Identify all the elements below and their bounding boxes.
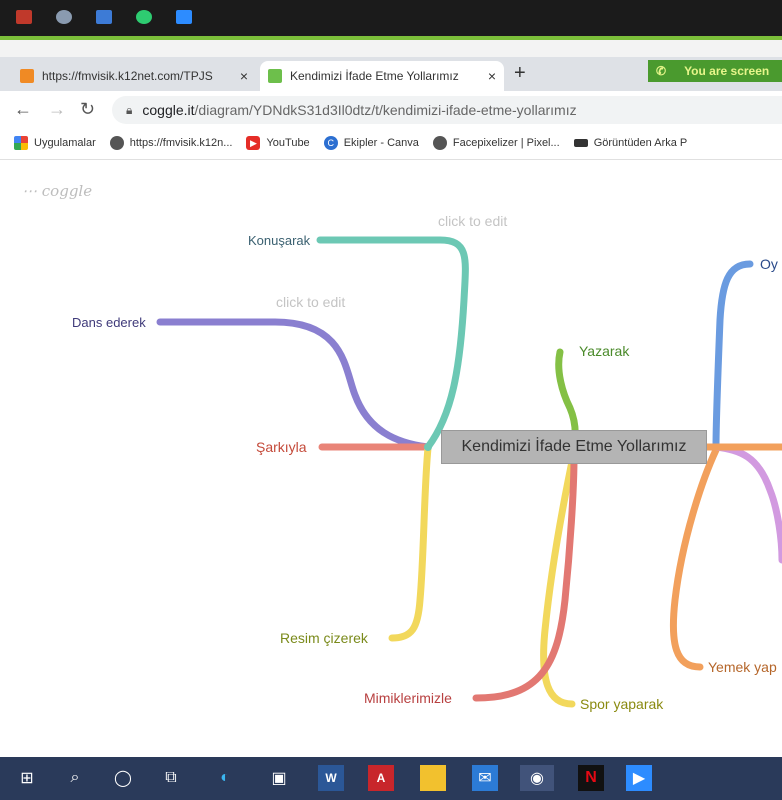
branch-mimik [472, 454, 578, 702]
windows-taskbar: ⊞ ⌕ ◯ ⧉ ◐ ▣ W A ✉ ◉ N ▶ [0, 757, 782, 800]
bookmark-youtube[interactable]: ▶ YouTube [246, 136, 310, 150]
word-icon[interactable]: W [318, 765, 344, 791]
branch-konusarak [316, 236, 469, 451]
branch-dans [156, 318, 432, 451]
close-icon[interactable]: × [240, 68, 248, 84]
leaf-app-icon[interactable] [56, 10, 72, 24]
search-icon[interactable]: ⌕ [62, 765, 88, 791]
bookmark-label: Uygulamalar [34, 137, 96, 149]
tab-k12net[interactable]: https://fmvisik.k12net.com/TPJS × [12, 61, 256, 91]
file-explorer-icon[interactable] [420, 765, 446, 791]
netflix-icon[interactable]: N [578, 765, 604, 791]
tab-coggle[interactable]: Kendimizi İfade Etme Yollarımız × [260, 61, 504, 91]
back-button[interactable]: ← [14, 99, 32, 120]
address-bar[interactable]: 🔒︎ coggle.it /diagram/YDNdkS31d3Il0dtz/t… [112, 96, 782, 124]
apps-grid-icon [14, 136, 28, 150]
url-path: /diagram/YDNdkS31d3Il0dtz/t/kendimizi-if… [194, 102, 577, 118]
bookmark-facepixelizer[interactable]: Facepixelizer | Pixel... [432, 136, 560, 150]
bookmark-canva[interactable]: C Ekipler - Canva [323, 136, 419, 150]
forward-button[interactable]: → [48, 99, 66, 120]
share-icon: ✆ [656, 64, 667, 78]
zoom-taskbar-icon[interactable]: ▶ [626, 765, 652, 791]
tab-title: Kendimizi İfade Etme Yollarımız [290, 69, 459, 83]
url-domain: coggle.it [142, 102, 195, 118]
bookmark-label: Ekipler - Canva [343, 137, 419, 149]
edge-icon[interactable]: ◐ [212, 765, 238, 791]
bookmark-label: https://fmvisik.k12n... [129, 137, 233, 149]
node-resim-cizerek[interactable]: Resim çizerek [280, 630, 368, 646]
click-to-edit-hint[interactable]: click to edit [438, 213, 507, 229]
bookmark-background-remover[interactable]: Görüntüden Arka P [573, 137, 688, 149]
chrome-icon[interactable]: ◉ [520, 765, 554, 791]
click-to-edit-hint[interactable]: click to edit [276, 294, 345, 310]
bookmark-label: YouTube [266, 137, 310, 149]
node-konusarak[interactable]: Konuşarak [248, 233, 310, 248]
top-app-strip [0, 0, 782, 36]
branch-oyun [712, 260, 754, 451]
screen-share-notice: ✆ You are screen [648, 60, 782, 82]
coggle-icon [268, 69, 282, 83]
branch-yemek [669, 446, 720, 671]
lock-icon: 🔒︎ [126, 102, 133, 117]
canva-icon: C [323, 136, 338, 150]
bookmark-label: Görüntüden Arka P [593, 137, 688, 149]
whatsapp-icon[interactable] [136, 10, 152, 24]
window-gap [0, 40, 782, 57]
zoom-icon[interactable] [176, 10, 192, 24]
hat-icon [573, 139, 588, 147]
node-oyun[interactable]: Oy [760, 256, 778, 272]
branch-resim [388, 444, 432, 642]
image-app-icon[interactable] [96, 10, 112, 24]
youtube-icon: ▶ [246, 136, 261, 150]
bookmark-label: Facepixelizer | Pixel... [452, 137, 560, 149]
node-spor-yaparak[interactable]: Spor yaparak [580, 696, 663, 712]
mail-icon[interactable]: ✉ [472, 765, 498, 791]
task-view-icon[interactable]: ⧉ [158, 765, 184, 791]
tab-title: https://fmvisik.k12net.com/TPJS [42, 69, 213, 83]
branch-lilac [712, 443, 782, 564]
bookmark-k12net[interactable]: https://fmvisik.k12n... [109, 136, 233, 150]
node-yemek-yaparak[interactable]: Yemek yap [708, 659, 777, 675]
globe-icon [432, 136, 447, 150]
node-yazarak[interactable]: Yazarak [579, 343, 629, 359]
node-sarkiyla[interactable]: Şarkıyla [256, 439, 307, 455]
node-mimiklerimizle[interactable]: Mimiklerimizle [364, 690, 452, 706]
new-tab-button[interactable]: + [514, 62, 526, 85]
orange-app-icon [20, 69, 34, 83]
globe-icon [109, 136, 124, 150]
grid-app-icon[interactable] [16, 10, 32, 24]
store-icon[interactable]: ▣ [266, 765, 292, 791]
cortana-icon[interactable]: ◯ [110, 765, 136, 791]
close-icon[interactable]: × [488, 68, 496, 84]
central-node-label: Kendimizi İfade Etme Yollarımız [461, 438, 687, 455]
reload-button[interactable]: ↻ [80, 99, 95, 120]
central-node[interactable]: Kendimizi İfade Etme Yollarımız [441, 430, 707, 464]
bookmarks-bar: Uygulamalar https://fmvisik.k12n... ▶ Yo… [0, 127, 782, 160]
hub-dot [424, 443, 432, 451]
bookmark-apps[interactable]: Uygulamalar [14, 136, 96, 150]
mindmap-canvas[interactable]: ⋯ coggle click to edit click to edit Kon… [0, 160, 782, 757]
windows-start-icon[interactable]: ⊞ [14, 765, 40, 791]
acrobat-icon[interactable]: A [368, 765, 394, 791]
node-dans-ederek[interactable]: Dans ederek [72, 315, 146, 330]
screen-share-text: You are screen [684, 64, 770, 78]
